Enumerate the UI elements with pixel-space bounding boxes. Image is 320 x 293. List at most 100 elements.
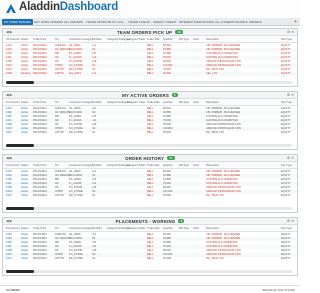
column-header[interactable]: Trade Side bbox=[147, 164, 160, 167]
scroll-thumb[interactable] bbox=[6, 144, 34, 147]
table-row[interactable]: 1012 Active RSUCF0H4 HKTTR ED_FUTRE f-l1… bbox=[3, 131, 297, 135]
column-header[interactable]: Portfolio bbox=[92, 38, 102, 41]
cell: 75,000 bbox=[163, 257, 171, 260]
column-header[interactable]: Yield bbox=[193, 227, 199, 230]
column-header[interactable]: Yield bbox=[193, 101, 199, 104]
table-row[interactable]: 1012 Active RSUCF0H4 HKTTR ED_FUTRE f-l1… bbox=[3, 257, 297, 261]
column-header[interactable]: Portfolio bbox=[92, 164, 102, 167]
column-header[interactable]: Bid Type bbox=[179, 101, 189, 104]
column-header[interactable]: Trk bbox=[55, 227, 59, 230]
column-header[interactable]: Sec Type bbox=[281, 101, 292, 104]
panel-count-badge: 12 bbox=[175, 30, 184, 34]
column-header[interactable]: Status bbox=[21, 101, 28, 104]
column-header[interactable]: Trk Account bbox=[6, 38, 20, 41]
horizontal-scrollbar[interactable] bbox=[6, 207, 292, 210]
column-header[interactable]: Trk bbox=[55, 101, 59, 104]
column-header[interactable]: Sec Type bbox=[281, 164, 292, 167]
cell: Active bbox=[21, 257, 29, 260]
cell: RSUCF0H4 bbox=[33, 72, 47, 75]
column-header[interactable]: Bid Type bbox=[179, 38, 189, 41]
tab-all-other-orders[interactable]: ALL OTHER/INTRA/BLK ORDERS bbox=[213, 19, 264, 25]
column-header[interactable]: Trk bbox=[55, 38, 59, 41]
column-header[interactable]: Quantity bbox=[163, 164, 173, 167]
scroll-thumb[interactable] bbox=[6, 81, 34, 84]
column-header[interactable]: Portfolio bbox=[92, 101, 102, 104]
column-header[interactable]: Investment Category bbox=[69, 227, 93, 230]
column-header[interactable]: Status bbox=[21, 38, 28, 41]
column-header[interactable]: Portfolio bbox=[92, 227, 102, 230]
column-header[interactable]: Sec Type bbox=[281, 38, 292, 41]
add-tab-button[interactable]: + bbox=[294, 19, 297, 25]
column-header[interactable]: Description bbox=[206, 227, 219, 230]
panel-title-text: MY ACTIVE ORDERS bbox=[122, 93, 169, 98]
cell: BELL bbox=[147, 131, 154, 134]
tab-interest-derivatives[interactable]: INTEREST/DERIVATIVES bbox=[177, 19, 216, 25]
cell: RG_TECK LTD bbox=[206, 131, 224, 134]
tab-credit[interactable]: CREDIT, CREDIT bbox=[151, 19, 179, 25]
panel-menu-icon[interactable]: ⚙ ✕ bbox=[287, 156, 294, 160]
column-header[interactable]: Bid Type bbox=[179, 227, 189, 230]
column-header[interactable]: Trade Side bbox=[147, 101, 160, 104]
column-header[interactable]: Yield bbox=[193, 38, 199, 41]
column-header[interactable]: Trade Price bbox=[33, 227, 46, 230]
column-header[interactable]: Status bbox=[21, 227, 28, 230]
horizontal-scrollbar[interactable] bbox=[6, 144, 292, 147]
cell: EQUITY bbox=[281, 257, 291, 260]
column-header[interactable]: Trk Account bbox=[6, 227, 20, 230]
column-header[interactable]: Description bbox=[206, 164, 219, 167]
tab-trade-lineup[interactable]: TRADE LINEUP bbox=[126, 19, 152, 25]
horizontal-scrollbar[interactable] bbox=[6, 81, 292, 84]
column-header[interactable]: Trade Price bbox=[33, 164, 46, 167]
column-header[interactable]: Bid Type bbox=[179, 164, 189, 167]
app-title-suffix: Dashboard bbox=[59, 1, 119, 13]
column-header[interactable]: Quantity bbox=[163, 227, 173, 230]
column-header-row: Trk Account Status Trade Price Trk Inves… bbox=[3, 100, 297, 106]
app-title-prefix: Aladdin bbox=[19, 1, 60, 13]
panel-count-badge: 41 bbox=[167, 156, 175, 160]
column-header[interactable]: Trade Price bbox=[33, 38, 46, 41]
tab-trade-monitor[interactable]: TRADE MONITOR bbox=[84, 19, 113, 25]
scroll-thumb[interactable] bbox=[6, 270, 34, 273]
table-row[interactable]: 1012 Active RSUCF0H4 HKTTR ED_FUTRE f-l1… bbox=[3, 194, 297, 198]
column-header[interactable]: Trk Account bbox=[6, 164, 20, 167]
panel-count-badge: 5 bbox=[172, 93, 178, 97]
scroll-thumb[interactable] bbox=[6, 207, 34, 210]
column-header[interactable]: Trk Account bbox=[6, 101, 20, 104]
cell: 75,000 bbox=[163, 131, 171, 134]
cell: RG_TECK LTD bbox=[206, 257, 224, 260]
column-header[interactable]: Description bbox=[206, 101, 219, 104]
cell: EQUITY bbox=[281, 72, 291, 75]
column-header[interactable]: Trade Side bbox=[147, 227, 160, 230]
column-header[interactable]: Assigned Trade bbox=[127, 164, 145, 167]
column-header[interactable]: Yield bbox=[193, 164, 199, 167]
column-header[interactable]: Assigned Trade bbox=[127, 101, 145, 104]
column-header[interactable]: Status bbox=[21, 164, 28, 167]
column-header[interactable]: Trk bbox=[55, 164, 59, 167]
cell: Active bbox=[21, 194, 29, 197]
tab-my-hol[interactable]: MY HOL bbox=[110, 19, 125, 25]
column-header[interactable]: Quantity bbox=[163, 38, 173, 41]
tab-bar: MY OPEN TRADES NET OPEN ORDERS ALL ORDER… bbox=[0, 18, 300, 26]
column-header[interactable]: Investment Category bbox=[69, 38, 93, 41]
column-header[interactable]: Quantity bbox=[163, 101, 173, 104]
column-header[interactable]: Assigned Trade bbox=[127, 227, 145, 230]
panel-menu-icon[interactable]: ⚙ ✕ bbox=[287, 219, 294, 223]
panel-menu-icon[interactable]: ⚙ ✕ bbox=[287, 93, 294, 97]
column-header[interactable]: Investment Category bbox=[69, 101, 93, 104]
column-header[interactable]: Description bbox=[206, 38, 219, 41]
tab-net-open-orders[interactable]: NET OPEN ORDERS bbox=[32, 19, 65, 25]
cell: f-l1 bbox=[92, 194, 96, 197]
column-header[interactable]: Trade Side bbox=[147, 38, 160, 41]
tab-all-orders[interactable]: ALL ORDERS bbox=[62, 19, 85, 25]
column-header[interactable]: Assigned Trade bbox=[127, 38, 145, 41]
panel-placements-working: ◀ ▶ PLACEMENTS - WORKING 3 ⚙ ✕ Trk Accoun… bbox=[2, 217, 298, 276]
table-row[interactable]: 1006 Pending RSUCF0H4 CRTVS EQ_HDK1 s-l1… bbox=[3, 72, 297, 76]
panel-menu-icon[interactable]: ⚙ ✕ bbox=[287, 30, 294, 34]
cell: s-l1 bbox=[92, 72, 97, 75]
column-header[interactable]: Trade Price bbox=[33, 101, 46, 104]
column-header[interactable]: Sec Type bbox=[281, 227, 292, 230]
app-header: AladdinDashboard bbox=[0, 0, 300, 17]
horizontal-scrollbar[interactable] bbox=[6, 270, 292, 273]
tab-my-open-trades[interactable]: MY OPEN TRADES bbox=[2, 19, 33, 25]
column-header[interactable]: Investment Category bbox=[69, 164, 93, 167]
